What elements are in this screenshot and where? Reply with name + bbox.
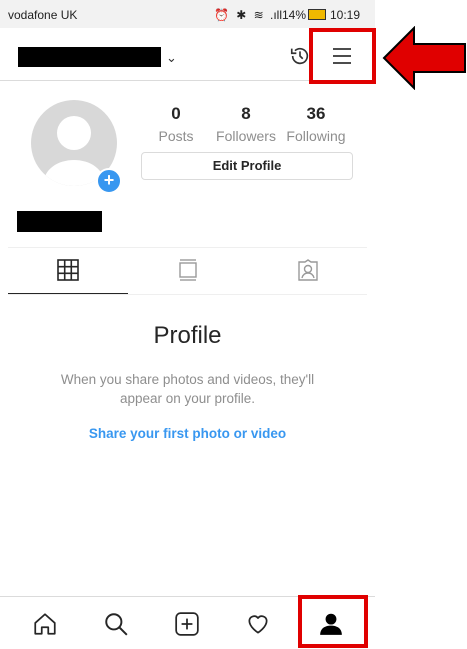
following-count: 36 (306, 104, 326, 123)
carrier-label: vodafone UK (8, 8, 78, 22)
stat-posts[interactable]: 0 Posts (136, 104, 216, 144)
following-label: Following (286, 128, 346, 144)
grid-icon[interactable] (56, 258, 80, 282)
add-icon[interactable] (174, 611, 200, 637)
red-arrow-icon (382, 26, 466, 90)
menu-highlight-box (309, 28, 376, 84)
stat-followers[interactable]: 8 Followers (206, 104, 286, 144)
chevron-down-icon[interactable]: ⌄ (166, 50, 177, 66)
signal-battery-text: .ıll14% (270, 8, 307, 22)
posts-label: Posts (158, 128, 194, 144)
phone-screen: vodafone UK ⏰ ✱ ≋ .ıll14% 10:19 ⌄ + 0 Po… (0, 0, 375, 649)
status-icons: ⏰ ✱ ≋ (214, 8, 266, 22)
home-icon[interactable] (32, 611, 58, 637)
battery-icon (308, 9, 326, 20)
profile-highlight-box (298, 595, 368, 648)
tagged-icon[interactable] (296, 258, 320, 282)
search-icon[interactable] (103, 611, 129, 637)
share-first-photo-link[interactable]: Share your first photo or video (0, 426, 375, 441)
empty-state-title: Profile (153, 322, 222, 349)
display-name-redacted (17, 211, 102, 232)
edit-profile-button[interactable]: Edit Profile (141, 152, 353, 180)
tabs-divider-top (8, 247, 367, 248)
add-photo-icon[interactable]: + (96, 168, 122, 194)
feed-icon[interactable] (176, 258, 200, 282)
followers-label: Followers (216, 128, 276, 144)
followers-count: 8 (241, 104, 251, 123)
tabs-divider-bottom (8, 294, 367, 295)
empty-state-description: When you share photos and videos, they'l… (60, 372, 315, 406)
posts-count: 0 (171, 104, 181, 123)
history-icon[interactable] (289, 45, 311, 67)
heart-icon[interactable] (245, 611, 271, 637)
status-bar: vodafone UK ⏰ ✱ ≋ .ıll14% 10:19 (0, 0, 375, 28)
status-time: 10:19 (330, 8, 361, 22)
username-redacted[interactable] (18, 47, 161, 67)
stat-following[interactable]: 36 Following (276, 104, 356, 144)
